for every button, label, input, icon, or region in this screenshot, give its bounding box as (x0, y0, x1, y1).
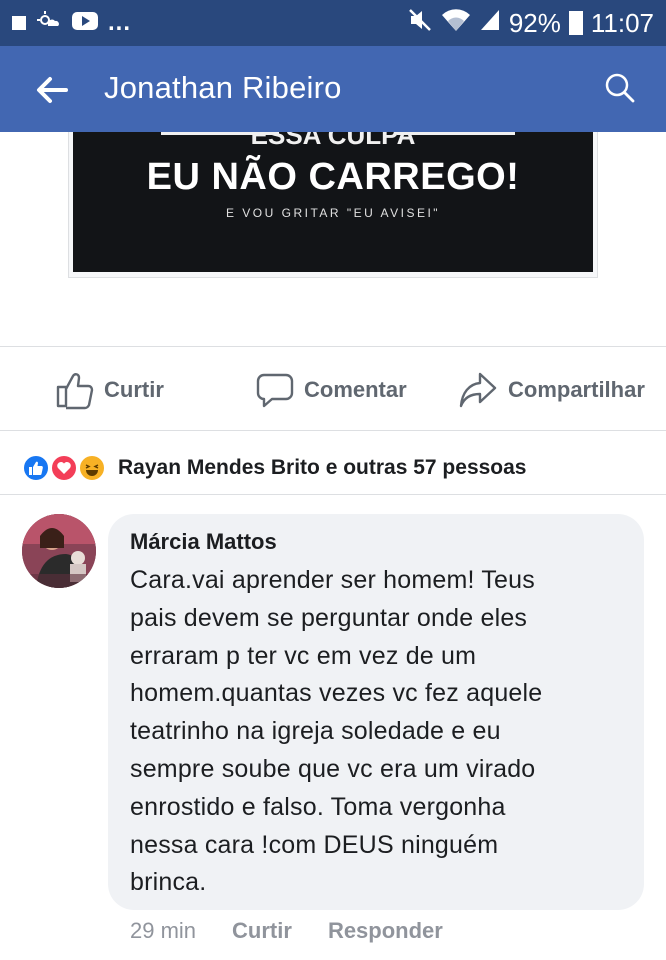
comment-bubble[interactable]: Márcia Mattos Cara.vai aprender ser home… (108, 514, 644, 910)
comment-time: 29 min (130, 918, 197, 943)
comment-like-link[interactable]: Curtir (232, 918, 292, 944)
like-button[interactable]: Curtir (54, 370, 164, 410)
image-top-text: ESSA CULPA (250, 132, 416, 150)
like-label: Curtir (104, 377, 164, 402)
divider-reactions (0, 494, 666, 495)
comment-line: enrostido e falso. Toma vergonha (130, 792, 506, 821)
search-button[interactable] (604, 72, 640, 108)
comment-label: Comentar (304, 377, 407, 402)
thumbs-up-icon (56, 373, 94, 410)
share-arrow-icon (459, 372, 497, 408)
shared-image-card[interactable]: ESSA CULPA EU NÃO CARREGO! E VOU GRITAR … (68, 132, 598, 278)
avatar[interactable] (22, 514, 96, 588)
status-right: 92% 11:07 (407, 8, 654, 38)
comment-author[interactable]: Márcia Mattos (130, 528, 622, 556)
search-icon (605, 73, 635, 103)
comment-line: brinca. (130, 868, 207, 897)
more-notifications-dots: ... (108, 9, 132, 36)
app-bar: Jonathan Ribeiro (0, 46, 666, 132)
battery-icon (568, 11, 583, 35)
divider-actions (0, 430, 666, 431)
shared-image[interactable]: ESSA CULPA EU NÃO CARREGO! E VOU GRITAR … (73, 132, 593, 272)
haha-reaction-icon (78, 454, 106, 482)
comment-line: erraram p ter vc em vez de um (130, 641, 477, 670)
profile-title: Jonathan Ribeiro (104, 70, 342, 105)
comment-line: nessa cara !com DEUS ninguém (130, 830, 499, 859)
back-button[interactable] (34, 72, 70, 108)
speech-bubble-icon (256, 373, 294, 408)
share-label: Compartilhar (508, 377, 645, 402)
signal-icon (479, 8, 501, 39)
notification-square-icon (12, 16, 26, 30)
arrow-left-icon (37, 77, 68, 103)
wifi-icon (441, 7, 471, 40)
love-reaction-icon (50, 454, 78, 482)
post-actions: Curtir Comentar Compartilhar (0, 348, 666, 430)
divider-top (0, 346, 666, 347)
youtube-icon (72, 11, 98, 36)
image-sub-text: E VOU GRITAR "EU AVISEI" (225, 206, 441, 220)
comment-button[interactable]: Comentar (256, 370, 407, 410)
comment-line: homem.quantas vezes vc fez aquele (130, 679, 543, 708)
reaction-icons (22, 452, 114, 484)
like-reaction-icon (22, 454, 50, 482)
battery-percent: 92% (508, 7, 561, 38)
reactions-text[interactable]: Rayan Mendes Brito e outras 57 pessoas (118, 456, 527, 480)
comment-line: sempre soube que vc era um virado (130, 754, 536, 783)
status-left-icons: ... (12, 8, 131, 38)
mute-icon (407, 7, 433, 40)
status-bar: ... 92% 11:07 (0, 0, 666, 46)
weather-icon (36, 10, 62, 37)
comment-text: Cara.vai aprender ser homem! Teus pais d… (130, 562, 622, 902)
image-main-text: EU NÃO CARREGO! (146, 156, 520, 198)
reactions-summary[interactable]: Rayan Mendes Brito e outras 57 pessoas (22, 450, 527, 486)
share-button[interactable]: Compartilhar (458, 370, 645, 410)
status-time: 11:07 (590, 7, 654, 38)
comment-line: teatrinho na igreja soledade e eu (130, 717, 501, 746)
comment-line: Cara.vai aprender ser homem! Teus (130, 566, 535, 594)
comment-line: pais devem se perguntar onde eles (130, 603, 528, 632)
comment-meta: 29 min Curtir Responder (130, 914, 443, 948)
comment-reply-link[interactable]: Responder (328, 918, 443, 944)
